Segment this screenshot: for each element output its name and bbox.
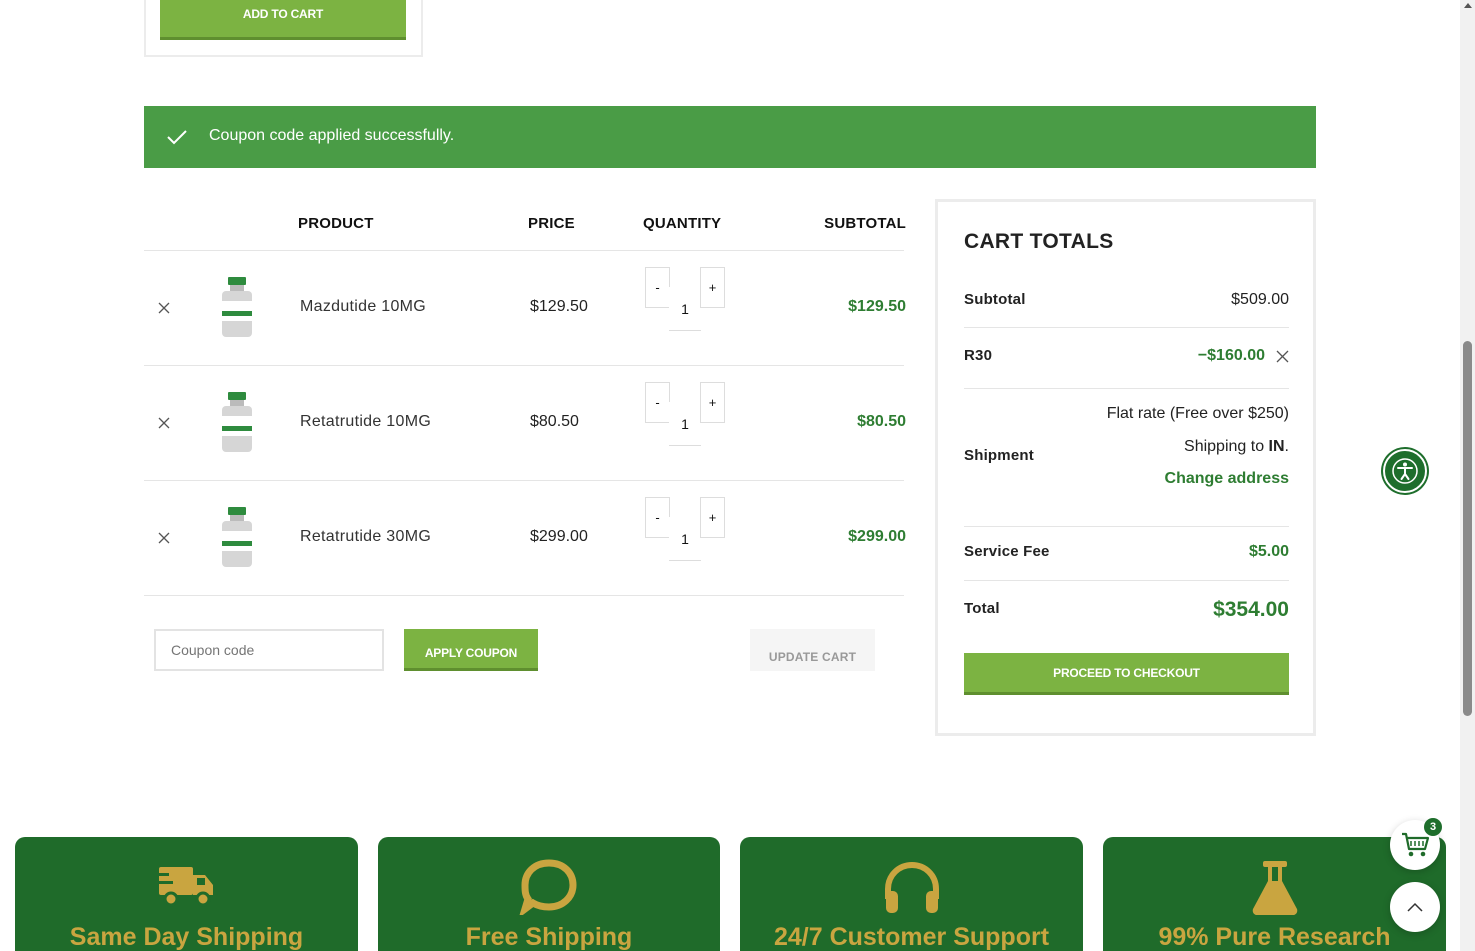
header-price: PRICE	[528, 215, 575, 232]
product-name[interactable]: Retatrutide 30MG	[300, 528, 431, 546]
quantity-stepper: - 1 +	[644, 267, 726, 331]
add-to-cart-button[interactable]: ADD TO CART	[160, 0, 406, 40]
cart-table: PRODUCT PRICE QUANTITY SUBTOTAL Mazdutid…	[144, 200, 906, 596]
product-image[interactable]	[219, 277, 255, 339]
product-subtotal: $80.50	[857, 413, 906, 430]
cart-totals-panel: CART TOTALS Subtotal $509.00 R30 −$160.0…	[935, 199, 1316, 736]
shipping-truck-icon	[154, 867, 213, 907]
totals-shipment-row: Shipment Flat rate (Free over $250) Ship…	[964, 389, 1289, 527]
chat-bubble-icon	[519, 859, 577, 915]
feature-card-free-shipping: Free Shipping	[378, 837, 720, 951]
quantity-stepper: - 1 +	[644, 382, 726, 446]
quantity-minus-button[interactable]: -	[645, 382, 670, 423]
total-value: $354.00	[1213, 598, 1289, 621]
product-image[interactable]	[219, 507, 255, 569]
page-scrollbar[interactable]	[1460, 0, 1475, 951]
quantity-plus-button[interactable]: +	[700, 267, 725, 308]
table-row: Retatrutide 10MG $80.50 - 1 + $80.50	[144, 366, 906, 481]
table-row: Retatrutide 30MG $299.00 - 1 + $299.00	[144, 481, 906, 596]
coupon-label: R30	[964, 347, 993, 364]
accessibility-button[interactable]	[1383, 449, 1427, 493]
header-product: PRODUCT	[298, 215, 374, 232]
table-header: PRODUCT PRICE QUANTITY SUBTOTAL	[144, 200, 906, 251]
quantity-minus-button[interactable]: -	[645, 497, 670, 538]
shipping-method: Flat rate (Free over $250)	[1106, 405, 1289, 422]
feature-card-customer-support: 24/7 Customer Support	[740, 837, 1083, 951]
success-notice: Coupon code applied successfully.	[144, 106, 1316, 168]
totals-subtotal-row: Subtotal $509.00	[964, 288, 1289, 328]
chevron-up-icon	[1407, 902, 1423, 912]
checkmark-icon	[167, 130, 187, 145]
table-row: Mazdutide 10MG $129.50 - 1 + $129.50	[144, 251, 906, 366]
cart-totals-title: CART TOTALS	[964, 230, 1114, 253]
product-price: $129.50	[530, 298, 588, 315]
product-card: ADD TO CART	[144, 0, 423, 57]
product-image[interactable]	[219, 392, 255, 454]
header-subtotal: SUBTOTAL	[824, 215, 906, 232]
coupon-code-input[interactable]	[154, 629, 384, 671]
service-fee-label: Service Fee	[964, 543, 1050, 560]
scroll-to-top-button[interactable]	[1390, 882, 1440, 932]
remove-item-icon[interactable]	[156, 300, 172, 316]
shipping-to-prefix: Shipping to	[1184, 438, 1269, 455]
feature-card-same-day-shipping: Same Day Shipping	[15, 837, 358, 951]
quantity-minus-button[interactable]: -	[645, 267, 670, 308]
accessibility-icon	[1392, 458, 1418, 484]
scrollbar-thumb[interactable]	[1463, 341, 1472, 716]
feature-title: Same Day Shipping	[69, 923, 304, 951]
floating-cart-button[interactable]: 3	[1390, 818, 1442, 870]
product-price: $299.00	[530, 528, 588, 545]
remove-item-icon[interactable]	[156, 415, 172, 431]
apply-coupon-button[interactable]: APPLY COUPON	[404, 629, 538, 671]
notice-message: Coupon code applied successfully.	[209, 127, 455, 144]
product-name[interactable]: Mazdutide 10MG	[300, 298, 426, 316]
subtotal-label: Subtotal	[964, 291, 1026, 308]
scroll-up-arrow-icon[interactable]	[1464, 3, 1472, 8]
quantity-input[interactable]: 1	[669, 517, 701, 561]
quantity-plus-button[interactable]: +	[700, 497, 725, 538]
shipment-label: Shipment	[964, 447, 1034, 464]
cart-icon	[1402, 832, 1430, 857]
change-address-link[interactable]: Change address	[1165, 470, 1289, 488]
service-fee-value: $5.00	[1248, 543, 1289, 560]
headphones-icon	[884, 861, 939, 913]
feature-title: Free Shipping	[465, 923, 633, 951]
totals-coupon-row: R30 −$160.00	[964, 328, 1289, 389]
shipping-destination: Shipping to IN.	[1184, 438, 1289, 456]
product-subtotal: $299.00	[848, 528, 906, 545]
total-label: Total	[964, 600, 1000, 617]
update-cart-button[interactable]: UPDATE CART	[750, 629, 875, 671]
feature-title: 99% Pure Research	[1158, 923, 1391, 951]
quantity-stepper: - 1 +	[644, 497, 726, 561]
remove-item-icon[interactable]	[156, 530, 172, 546]
coupon-discount-value: −$160.00	[1197, 347, 1265, 364]
remove-coupon-icon[interactable]	[1276, 350, 1289, 363]
shipping-to-suffix: .	[1284, 438, 1289, 455]
product-name[interactable]: Retatrutide 10MG	[300, 413, 431, 431]
feature-title: 24/7 Customer Support	[773, 923, 1050, 951]
product-price: $80.50	[530, 413, 579, 430]
cart-count-badge: 3	[1424, 818, 1442, 836]
totals-service-fee-row: Service Fee $5.00	[964, 527, 1289, 581]
quantity-input[interactable]: 1	[669, 287, 701, 331]
totals-total-row: Total $354.00	[964, 581, 1289, 641]
shipping-country: IN	[1268, 438, 1285, 455]
quantity-input[interactable]: 1	[669, 402, 701, 446]
subtotal-value: $509.00	[1231, 291, 1289, 308]
product-subtotal: $129.50	[848, 298, 906, 315]
proceed-to-checkout-button[interactable]: PROCEED TO CHECKOUT	[964, 653, 1289, 695]
header-quantity: QUANTITY	[643, 215, 722, 232]
quantity-plus-button[interactable]: +	[700, 382, 725, 423]
flask-icon	[1252, 861, 1297, 915]
